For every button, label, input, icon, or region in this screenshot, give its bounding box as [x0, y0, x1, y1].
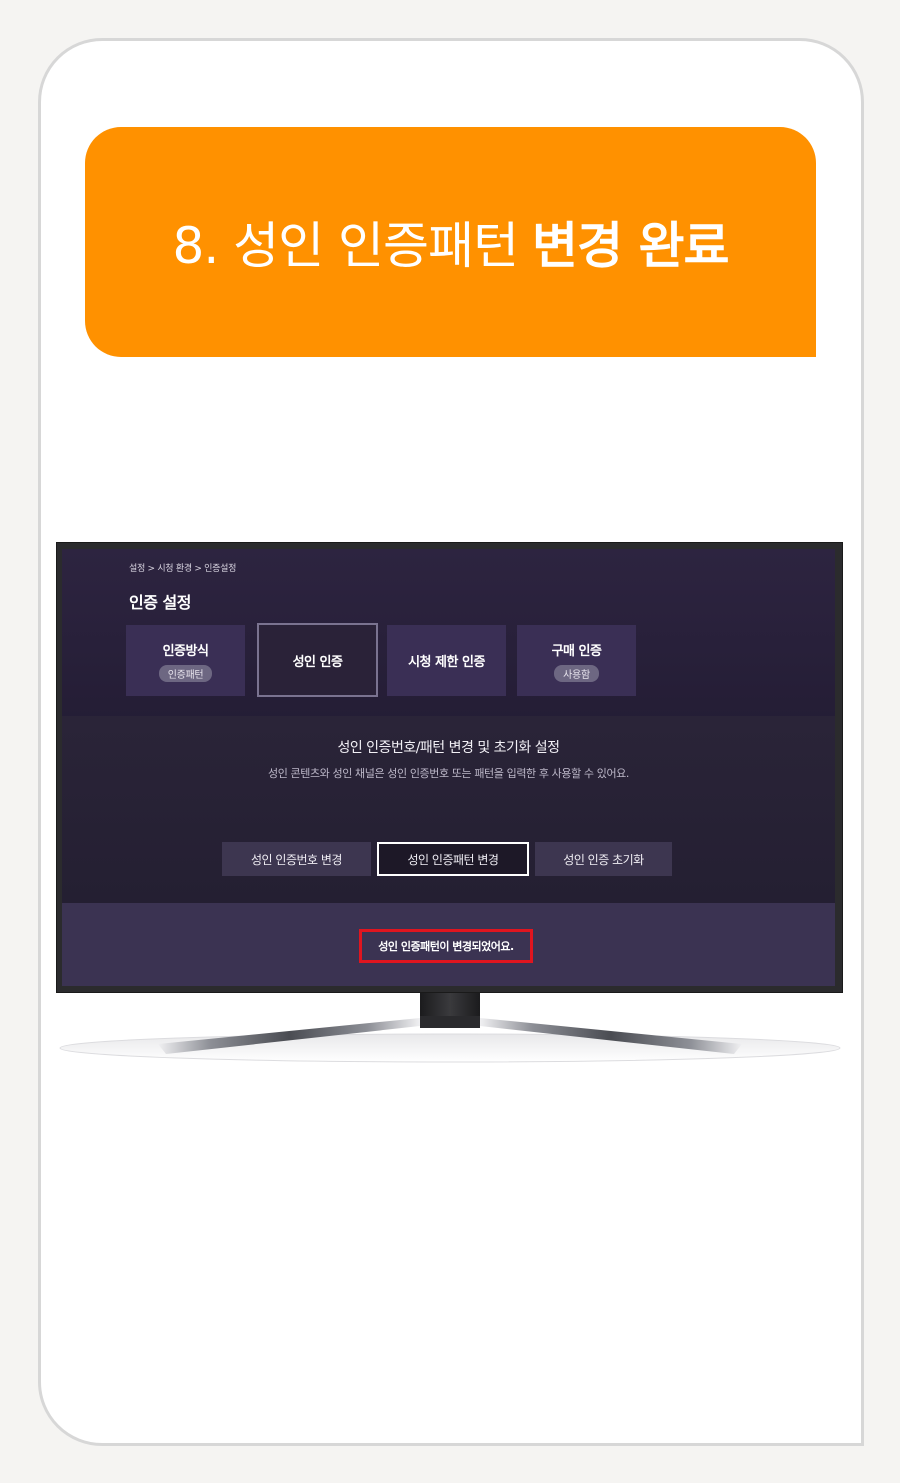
tab-viewing-restriction[interactable]: 시청 제한 인증 — [387, 625, 506, 696]
breadcrumb: 설정 > 시청 환경 > 인증설정 — [129, 564, 237, 574]
panel-heading: 성인 인증번호/패턴 변경 및 초기화 설정 — [337, 740, 560, 756]
banner-bold-text: 변경 완료 — [532, 217, 729, 275]
reset-auth-button[interactable]: 성인 인증 초기화 — [535, 842, 672, 876]
tab-auth-method[interactable]: 인증방식 인증패턴 — [126, 625, 245, 696]
tv-stand-base — [59, 1016, 841, 1063]
change-pin-button[interactable]: 성인 인증번호 변경 — [222, 842, 371, 876]
panel-description: 성인 콘텐츠와 성인 채널은 성인 인증번호 또는 패턴을 입력한 후 사용할 … — [267, 767, 629, 780]
tab-label: 인증방식 — [162, 643, 209, 659]
banner-step-text: 8. 성인 인증패턴 — [172, 217, 519, 275]
settings-panel: 성인 인증번호/패턴 변경 및 초기화 설정 성인 콘텐츠와 성인 채널은 성인… — [62, 716, 835, 903]
button-label: 성인 인증 초기화 — [563, 852, 644, 867]
change-pattern-button[interactable]: 성인 인증패턴 변경 — [377, 842, 529, 876]
step-banner: 8. 성인 인증패턴 변경 완료 — [85, 127, 816, 357]
tab-label: 구매 인증 — [551, 643, 602, 659]
status-badge: 사용함 — [554, 664, 599, 682]
button-label: 성인 인증패턴 변경 — [407, 852, 499, 867]
button-label: 성인 인증번호 변경 — [251, 852, 342, 867]
tab-label: 성인 인증 — [292, 654, 343, 670]
tv-screen: 설정 > 시청 환경 > 인증설정 인증 설정 인증방식 인증패턴 성인 인증 … — [62, 549, 835, 986]
page-title: 인증 설정 — [129, 593, 191, 612]
tab-adult-auth[interactable]: 성인 인증 — [257, 623, 378, 697]
tab-label: 시청 제한 인증 — [408, 655, 485, 670]
toast-message: 성인 인증패턴이 변경되었어요. — [359, 929, 533, 963]
toast-bar: 성인 인증패턴이 변경되었어요. — [62, 903, 835, 986]
tab-purchase-auth[interactable]: 구매 인증 사용함 — [517, 625, 636, 696]
status-badge: 인증패턴 — [158, 664, 213, 682]
